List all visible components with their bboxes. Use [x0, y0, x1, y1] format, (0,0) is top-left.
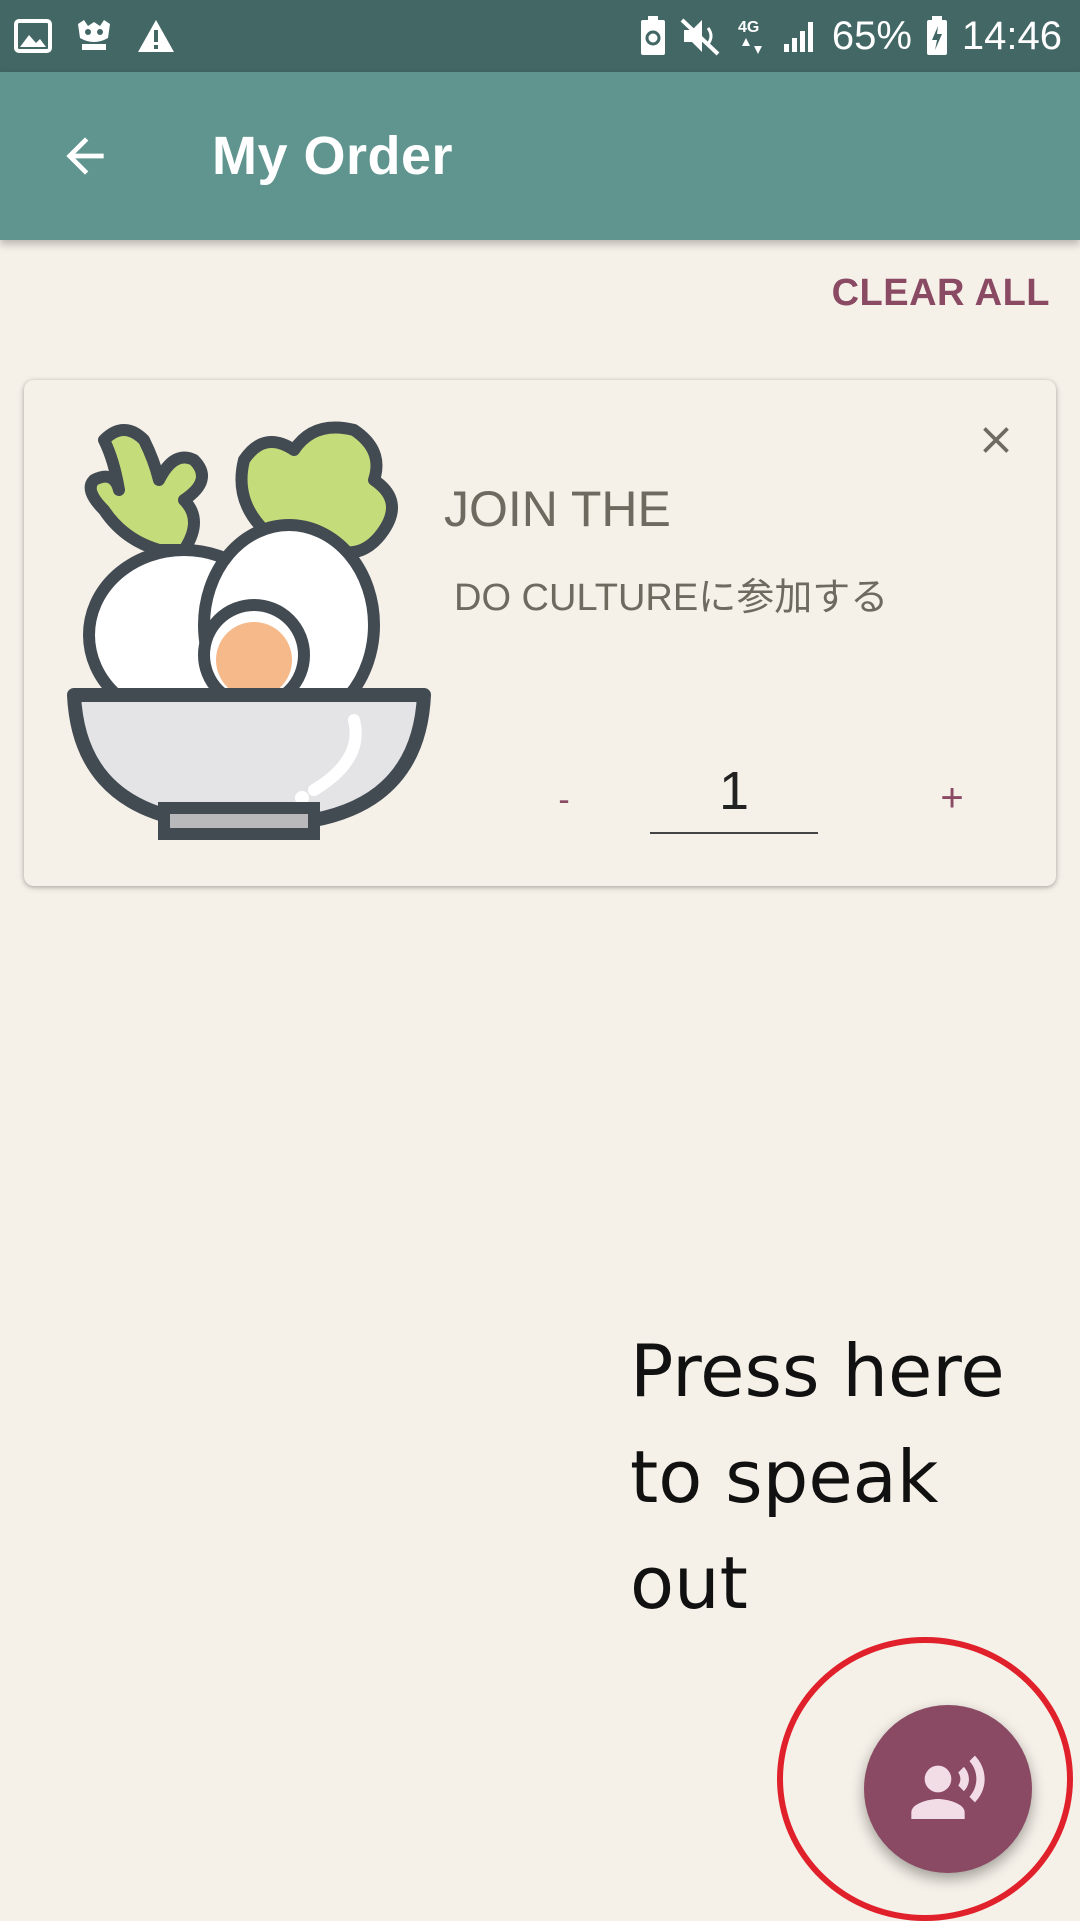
status-bar: 4G 65% 14:46 — [0, 0, 1080, 72]
remove-item-button[interactable] — [966, 410, 1026, 470]
battery-saver-icon — [640, 16, 666, 56]
warning-icon — [136, 18, 176, 54]
game-icon — [74, 18, 114, 54]
network-4g-icon: 4G — [736, 16, 768, 56]
increase-quantity-button[interactable]: + — [922, 768, 982, 828]
page-title: My Order — [212, 126, 454, 186]
hint-line-1: Press here — [630, 1329, 1005, 1413]
app-bar: My Order — [0, 72, 1080, 240]
item-title: JOIN THE — [444, 481, 671, 537]
battery-charging-icon — [926, 16, 948, 56]
item-subtitle: DO CULTUREに参加する — [454, 577, 889, 619]
mute-icon — [680, 16, 722, 56]
back-button[interactable] — [40, 111, 130, 201]
decrease-quantity-button[interactable]: - — [534, 770, 594, 830]
record-voice-icon — [911, 1755, 985, 1819]
quantity-field[interactable] — [650, 750, 818, 834]
hint-line-2: to speak — [630, 1435, 939, 1519]
voice-input-button[interactable] — [864, 1705, 1032, 1873]
clock: 14:46 — [961, 13, 1062, 58]
arrow-back-icon — [66, 137, 104, 175]
close-icon — [983, 427, 1009, 453]
battery-percent: 65% — [831, 13, 912, 58]
order-item-card: JOIN THE DO CULTUREに参加する - + — [24, 380, 1056, 886]
speak-hint-text: Press here to speak out — [630, 1318, 1030, 1636]
food-bowl-image — [64, 420, 434, 840]
image-icon — [14, 19, 52, 53]
svg-text:4G: 4G — [738, 19, 759, 36]
clear-all-button[interactable]: CLEAR ALL — [832, 272, 1050, 315]
signal-icon — [782, 18, 818, 54]
hint-line-3: out — [630, 1541, 748, 1625]
